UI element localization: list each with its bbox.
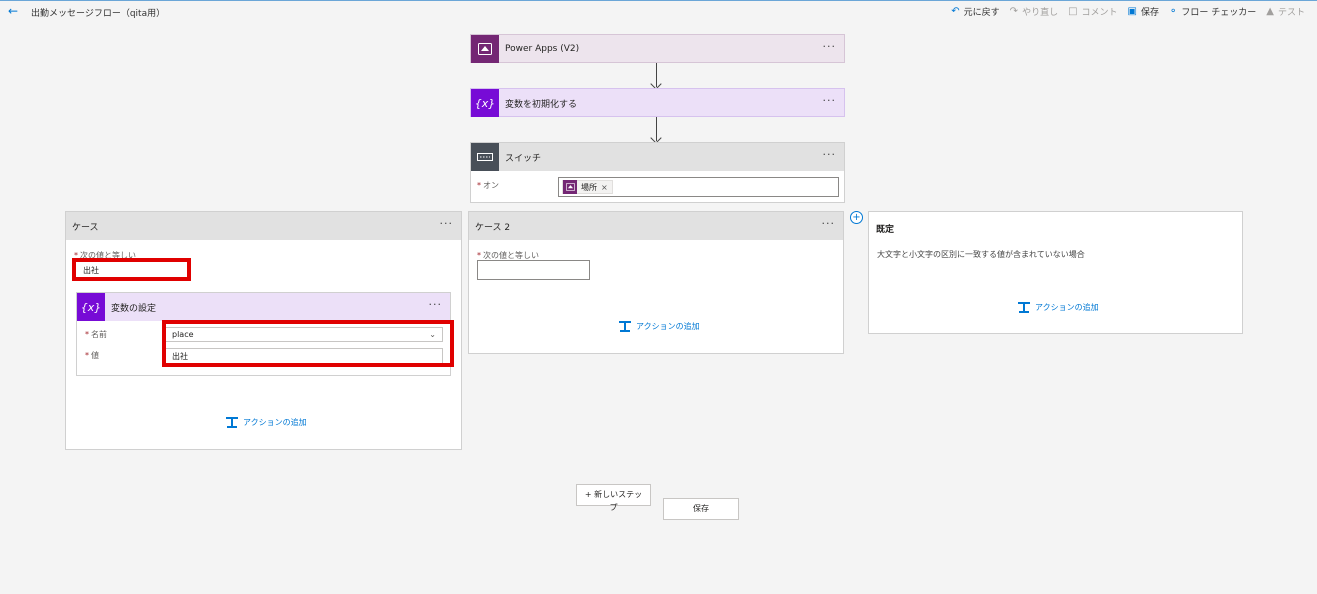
- add-action-icon: [619, 321, 631, 332]
- test-label: テスト: [1277, 8, 1305, 18]
- set-variable-step-header[interactable]: {x} 変数の設定: [77, 293, 450, 321]
- stethoscope-icon: ⚬: [1169, 6, 1178, 17]
- highlight-box: [72, 258, 191, 281]
- add-case-plus-icon[interactable]: +: [850, 211, 863, 224]
- variable-icon: {x}: [471, 89, 499, 117]
- switch-step-header[interactable]: スイッチ: [471, 143, 844, 171]
- trigger-step-card[interactable]: Power Apps (V2) ···: [470, 34, 845, 63]
- add-action-icon: [226, 417, 238, 428]
- save-toolbar-button[interactable]: ▣ 保存: [1128, 5, 1159, 18]
- toolbar: ↶ 元に戻す ↷ やり直し □ コメント ▣ 保存 ⚬ フロー チェッカー ▲ …: [951, 5, 1305, 18]
- redo-label: やり直し: [1022, 8, 1059, 18]
- flow-checker-button[interactable]: ⚬ フロー チェッカー: [1169, 5, 1256, 18]
- add-action-label: アクションの追加: [636, 322, 700, 331]
- add-action-label: アクションの追加: [243, 418, 307, 427]
- back-arrow-icon[interactable]: ←: [8, 5, 18, 17]
- power-apps-icon: [471, 35, 499, 63]
- switch-icon: [471, 143, 499, 171]
- more-options-icon[interactable]: ···: [823, 41, 837, 52]
- set-variable-value-label: * 値: [85, 351, 99, 360]
- flow-title: 出勤メッセージフロー（qita用）: [31, 9, 166, 19]
- add-action-label: アクションの追加: [1035, 303, 1099, 312]
- new-step-button[interactable]: + 新しいステップ: [576, 484, 651, 512]
- default-title: 既定: [876, 225, 895, 235]
- init-variable-step-header[interactable]: {x} 変数を初期化する: [471, 89, 844, 117]
- case-2-equals-input[interactable]: [477, 260, 590, 280]
- flask-icon: ▲: [1266, 6, 1274, 17]
- test-button[interactable]: ▲ テスト: [1266, 5, 1305, 18]
- redo-icon: ↷: [1009, 6, 1019, 17]
- flow-checker-label: フロー チェッカー: [1181, 8, 1257, 18]
- connector-arrow: [656, 117, 657, 141]
- switch-step-card: スイッチ ··· * オン 場所 ×: [470, 142, 845, 203]
- switch-on-input[interactable]: 場所 ×: [558, 177, 839, 197]
- highlight-box: [162, 320, 454, 367]
- case-2-header[interactable]: ケース 2: [469, 212, 843, 240]
- token-remove-icon[interactable]: ×: [601, 183, 608, 192]
- more-options-icon[interactable]: ···: [429, 299, 443, 310]
- comment-label: コメント: [1081, 8, 1118, 18]
- save-button[interactable]: 保存: [663, 498, 739, 520]
- token-label: 場所: [581, 182, 597, 192]
- case-1-header[interactable]: ケース: [66, 212, 461, 240]
- trigger-step-header[interactable]: Power Apps (V2): [471, 35, 844, 63]
- more-options-icon[interactable]: ···: [823, 95, 837, 106]
- undo-label: 元に戻す: [963, 8, 1000, 18]
- init-variable-step-card[interactable]: {x} 変数を初期化する ···: [470, 88, 845, 117]
- comment-button[interactable]: □ コメント: [1068, 5, 1117, 18]
- case-1-title: ケース: [72, 222, 99, 233]
- top-bar: ← 出勤メッセージフロー（qita用） ↶ 元に戻す ↷ やり直し □ コメント…: [0, 0, 1317, 22]
- save-icon: ▣: [1127, 6, 1137, 17]
- connector-arrow: [656, 63, 657, 87]
- undo-button[interactable]: ↶ 元に戻す: [951, 5, 999, 18]
- add-action-icon: [1018, 302, 1030, 313]
- undo-icon: ↶: [951, 6, 960, 17]
- redo-button[interactable]: ↷ やり直し: [1010, 5, 1058, 18]
- case-2-title: ケース 2: [475, 222, 511, 233]
- more-options-icon[interactable]: ···: [823, 149, 837, 160]
- dynamic-content-token[interactable]: 場所 ×: [562, 180, 613, 194]
- add-action-button[interactable]: アクションの追加: [226, 417, 307, 428]
- set-variable-name-label: * 名前: [85, 330, 107, 339]
- switch-step-title: スイッチ: [505, 153, 542, 164]
- more-options-icon[interactable]: ···: [822, 218, 836, 229]
- switch-on-label: * オン: [477, 181, 499, 190]
- add-action-button[interactable]: アクションの追加: [619, 321, 700, 332]
- add-action-button[interactable]: アクションの追加: [1018, 302, 1099, 313]
- set-variable-step-title: 変数の設定: [111, 303, 157, 314]
- trigger-step-title: Power Apps (V2): [505, 44, 580, 54]
- init-variable-step-title: 変数を初期化する: [505, 99, 578, 110]
- power-apps-icon: [563, 180, 577, 194]
- save-toolbar-label: 保存: [1141, 8, 1160, 18]
- variable-icon: {x}: [77, 293, 105, 321]
- comment-icon: □: [1068, 6, 1078, 17]
- default-description: 大文字と小文字の区別に一致する値が含まれていない場合: [877, 250, 1085, 259]
- more-options-icon[interactable]: ···: [440, 218, 454, 229]
- default-card: 既定 大文字と小文字の区別に一致する値が含まれていない場合 アクションの追加: [868, 211, 1243, 334]
- case-2-card: ケース 2 ··· * 次の値と等しい アクションの追加: [468, 211, 844, 354]
